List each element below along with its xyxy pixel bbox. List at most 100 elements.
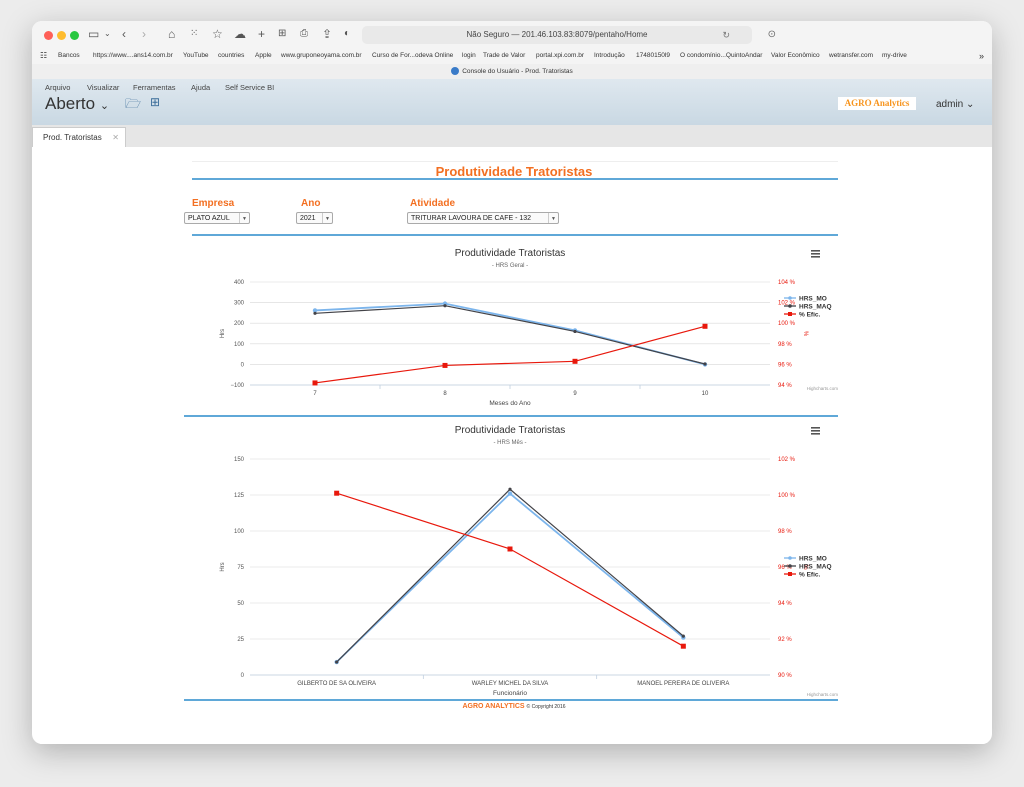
bookmark-item[interactable]: 17480150l9 — [636, 48, 670, 64]
y-axis-title: Hrs — [220, 562, 226, 571]
dropdown-arrow-icon: ▼ — [548, 213, 558, 223]
menu-ajuda[interactable]: Ajuda — [191, 83, 210, 92]
zoom-window-button[interactable] — [70, 31, 79, 40]
footer-copyright: © Copyright 2016 — [526, 704, 566, 710]
cloud-icon[interactable]: ☁ — [234, 27, 246, 41]
data-point — [312, 380, 318, 386]
title-rule — [192, 178, 838, 180]
tabs-overview-icon[interactable]: ⊞ — [278, 27, 286, 41]
sidebar-icon[interactable]: ▭ — [88, 27, 99, 41]
y-tick-label: −100 — [230, 383, 244, 389]
shield-icon[interactable]: ◐ — [344, 27, 350, 41]
user-menu[interactable]: admin ⌄ — [936, 99, 974, 110]
new-file-icon[interactable]: ⊞ — [150, 95, 160, 109]
close-tab-icon[interactable]: ✕ — [112, 128, 119, 148]
bookmark-item[interactable]: www.gruponeoyama.com.br — [281, 48, 362, 64]
x-tick-label: 9 — [573, 391, 577, 397]
print-icon[interactable]: ⎙ — [300, 27, 308, 41]
close-window-button[interactable] — [44, 31, 53, 40]
bookmark-item[interactable]: Trade de Valor — [483, 48, 525, 64]
bookmark-item[interactable]: countries — [218, 48, 244, 64]
x-tick-label: MANOEL PEREIRA DE OLIVEIRA — [637, 681, 729, 687]
grid-icon[interactable]: ⁙ — [190, 27, 198, 41]
more-bookmarks-icon[interactable]: » — [979, 48, 984, 64]
logo-text: AGRO Analytics — [844, 98, 910, 108]
bookmark-item[interactable]: Curso de For...odeva Online — [372, 48, 453, 64]
y-tick-label: 300 — [234, 301, 245, 307]
footer-rule — [184, 699, 838, 701]
ano-select[interactable]: 2021 ▼ — [296, 212, 333, 224]
chart-credits: Highcharts.com — [807, 692, 839, 697]
bookmark-item[interactable]: Valor Econômico — [771, 48, 820, 64]
bookmark-item[interactable]: my-drive — [882, 48, 907, 64]
mode-dropdown[interactable]: Aberto ⌄ — [45, 94, 109, 114]
y-tick-label: 200 — [234, 321, 245, 327]
chart-hrs-mes: Produtividade Tratoristas - HRS Mês - 150 1… — [220, 425, 839, 697]
atividade-select[interactable]: TRITURAR LAVOURA DE CAFE - 132 ▼ — [407, 212, 559, 224]
minimize-window-button[interactable] — [57, 31, 66, 40]
bookmarks-grid-icon[interactable]: ☷ — [40, 48, 47, 64]
address-bar[interactable]: Não Seguro — 201.46.103.83:8079/pentaho/… — [362, 26, 776, 44]
legend-marker — [788, 556, 792, 560]
bookmark-item[interactable]: Apple — [255, 48, 272, 64]
plus-icon[interactable]: + — [258, 27, 265, 41]
legend-label: HRS_MAQ — [799, 304, 832, 311]
bookmark-item[interactable]: Introdução — [594, 48, 625, 64]
download-icon[interactable]: ⊙ — [768, 26, 776, 44]
menu-arquivo[interactable]: Arquivo — [45, 83, 70, 92]
y2-tick-label: 98 % — [778, 529, 792, 535]
ano-value: 2021 — [300, 215, 316, 222]
menu-ferramentas[interactable]: Ferramentas — [133, 83, 176, 92]
data-point — [680, 643, 686, 649]
series-line — [336, 492, 684, 663]
reload-icon[interactable]: ↻ — [722, 26, 730, 44]
star-icon[interactable]: ☆ — [212, 27, 223, 41]
y2-axis-title: % — [802, 331, 808, 337]
bookmark-item[interactable]: portal.xpi.com.br — [536, 48, 584, 64]
y2-tick-label: 102 % — [778, 457, 796, 463]
browser-tab-title: Console do Usuário - Prod. Tratoristas — [462, 68, 573, 75]
menu-self-service-bi[interactable]: Self Service BI — [225, 83, 274, 92]
bookmark-item[interactable]: login — [462, 48, 476, 64]
chart-menu-icon[interactable] — [811, 250, 820, 258]
open-folder-icon[interactable]: 🗁 — [125, 95, 141, 117]
chart-hrs-geral: Produtividade Tratoristas - HRS Geral - 40… — [220, 248, 838, 407]
bookmarks-bar: ☷ Bancos https://www....ans14.com.br You… — [32, 48, 992, 64]
data-point — [508, 487, 512, 491]
dropdown-arrow-icon: ▼ — [322, 213, 332, 223]
browser-titlebar: ▭ ⌄ ‹ › ⌂ ⁙ ☆ ☁ + ⊞ ⎙ ⇪ ◐ Não Seguro — 2… — [32, 21, 992, 48]
data-point — [313, 311, 317, 315]
back-icon[interactable]: ‹ — [122, 27, 126, 41]
bookmark-item[interactable]: Bancos — [58, 48, 80, 64]
empresa-select[interactable]: PLATO AZUL ▼ — [184, 212, 250, 224]
forward-icon[interactable]: › — [142, 27, 146, 41]
bookmark-item[interactable]: https://www....ans14.com.br — [93, 48, 173, 64]
home-icon[interactable]: ⌂ — [168, 27, 175, 41]
chevron-down-icon[interactable]: ⌄ — [104, 27, 111, 41]
x-tick-label: WARLEY MICHEL DA SILVA — [472, 681, 549, 687]
share-icon[interactable]: ⇪ — [322, 27, 332, 41]
y-tick-label: 100 — [234, 529, 245, 535]
mode-label: Aberto — [45, 94, 96, 113]
divider — [192, 161, 838, 162]
menu-visualizar[interactable]: Visualizar — [87, 83, 119, 92]
data-point — [335, 660, 339, 664]
y2-tick-label: 94 % — [778, 383, 792, 389]
chart-menu-icon[interactable] — [811, 427, 820, 435]
tab-prod-tratoristas[interactable]: Prod. Tratoristas ✕ — [32, 127, 126, 147]
empresa-label: Empresa — [192, 198, 235, 209]
report-title: Produtividade Tratoristas — [435, 164, 593, 179]
y2-tick-label: 94 % — [778, 601, 792, 607]
address-text: Não Seguro — 201.46.103.83:8079/pentaho/… — [466, 30, 648, 39]
bookmark-item[interactable]: wetransfer.com — [829, 48, 873, 64]
x-tick-label: 8 — [443, 391, 447, 397]
y-axis-title: Hrs — [220, 329, 226, 338]
bookmark-item[interactable]: YouTube — [183, 48, 209, 64]
chart-divider — [184, 415, 838, 417]
dropdown-arrow-icon: ▼ — [239, 213, 249, 223]
browser-tab[interactable]: Console do Usuário - Prod. Tratoristas — [32, 64, 992, 80]
data-point — [702, 323, 708, 329]
y2-tick-label: 96 % — [778, 362, 792, 368]
tab-label: Prod. Tratoristas — [43, 133, 102, 142]
bookmark-item[interactable]: O condomínio...QuintoAndar — [680, 48, 762, 64]
